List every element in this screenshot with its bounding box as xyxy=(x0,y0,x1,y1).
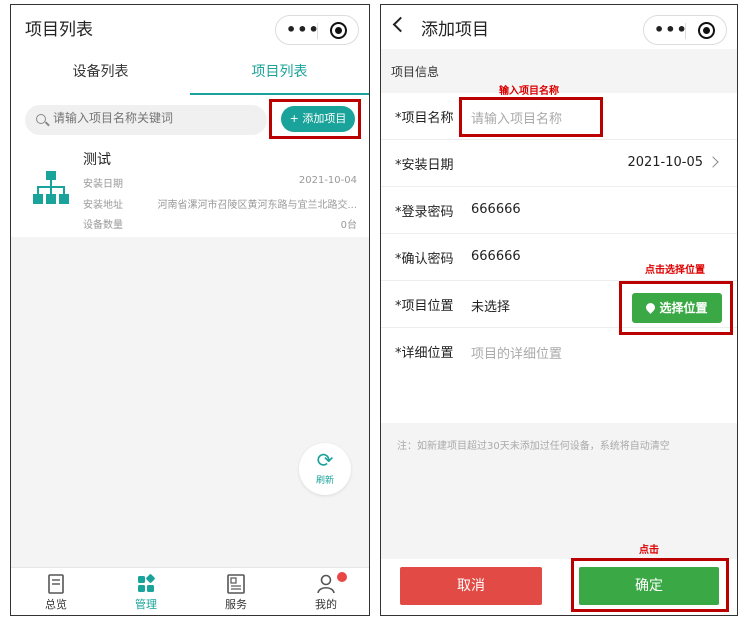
tabbar-item-manage[interactable]: 管理 xyxy=(101,568,191,615)
document-icon xyxy=(48,574,64,594)
annotation-confirm-hint: 点击 xyxy=(639,545,659,556)
org-chart-icon xyxy=(33,171,69,204)
tabbar-item-service[interactable]: 服务 xyxy=(191,568,281,615)
refresh-label: 刷新 xyxy=(315,476,334,486)
highlight-box xyxy=(571,558,729,612)
field-label: *安装日期 xyxy=(395,158,454,173)
more-icon[interactable]: ••• xyxy=(286,20,320,39)
install-address-label: 安装地址 xyxy=(83,200,123,211)
tabbar-label: 总览 xyxy=(45,598,67,611)
navbar: 添加项目 ••• xyxy=(381,5,737,49)
navbar: 项目列表 ••• xyxy=(11,5,369,49)
page-title: 添加项目 xyxy=(421,20,489,40)
tabbar-label: 我的 xyxy=(315,598,337,611)
tabbar-item-overview[interactable]: 总览 xyxy=(11,568,101,615)
capsule-divider xyxy=(317,23,318,39)
list-item[interactable]: 测试 安装日期 2021-10-04 安装地址 河南省漯河市召陵区黄河东路与宜兰… xyxy=(11,141,369,237)
search-row: + 添加项目 xyxy=(11,95,369,141)
close-program-icon[interactable] xyxy=(698,22,715,39)
field-label: *详细位置 xyxy=(395,346,454,361)
capsule-divider xyxy=(685,23,686,39)
grid-icon xyxy=(138,574,155,592)
mini-program-capsule: ••• xyxy=(275,15,359,45)
bottom-tab-bar: 总览 管理 服务 我的 xyxy=(11,567,369,615)
page-title: 项目列表 xyxy=(25,20,93,40)
login-password-input[interactable]: 666666 xyxy=(471,202,521,217)
field-detail-location[interactable]: *详细位置 项目的详细位置 xyxy=(381,328,737,375)
field-label: *项目名称 xyxy=(395,111,454,126)
install-date-value: 2021-10-04 xyxy=(298,175,357,186)
install-address-value: 河南省漯河市召陵区黄河东路与宜兰北路交... xyxy=(157,200,357,211)
refresh-button[interactable]: ⟳ 刷新 xyxy=(299,443,351,495)
service-icon xyxy=(227,574,245,594)
project-name: 测试 xyxy=(83,152,111,168)
tab-bar-top: 设备列表 项目列表 xyxy=(11,49,369,95)
project-list-screen: 项目列表 ••• 设备列表 项目列表 + 添加项目 xyxy=(10,4,370,616)
chevron-right-icon xyxy=(707,156,719,168)
tab-device-list[interactable]: 设备列表 xyxy=(11,49,190,95)
highlight-box xyxy=(619,281,733,335)
highlight-box xyxy=(269,99,361,139)
tab-project-list[interactable]: 项目列表 xyxy=(190,49,369,95)
auto-clear-note: 注：如新建项目超过30天未添加过任何设备，系统将自动清空 xyxy=(397,441,670,452)
search-input[interactable] xyxy=(53,111,253,125)
section-title: 项目信息 xyxy=(381,49,737,93)
detail-location-input[interactable]: 项目的详细位置 xyxy=(471,343,562,362)
annotation-location-hint: 点击选择位置 xyxy=(645,265,705,276)
user-icon xyxy=(317,574,335,594)
field-install-date[interactable]: *安装日期 2021-10-05 xyxy=(381,140,737,187)
cancel-button[interactable]: 取消 xyxy=(400,567,542,605)
field-label: *登录密码 xyxy=(395,205,454,220)
device-count-value: 0台 xyxy=(340,220,357,231)
field-label: *确认密码 xyxy=(395,252,454,267)
more-icon[interactable]: ••• xyxy=(654,20,688,39)
notification-dot xyxy=(337,572,347,582)
project-form: *项目名称 请输入项目名称 *安装日期 2021-10-05 *登录密码 666… xyxy=(381,93,737,423)
annotation-name-hint: 输入项目名称 xyxy=(499,86,559,97)
search-box[interactable] xyxy=(25,105,267,135)
location-value: 未选择 xyxy=(471,300,511,315)
add-project-screen: 添加项目 ••• 项目信息 *项目名称 请输入项目名称 *安装日期 2021-1… xyxy=(380,4,738,616)
field-login-password[interactable]: *登录密码 666666 xyxy=(381,187,737,234)
field-label: *项目位置 xyxy=(395,299,454,314)
highlight-box xyxy=(459,97,603,137)
device-count-label: 设备数量 xyxy=(83,220,123,231)
tabbar-item-mine[interactable]: 我的 xyxy=(281,568,369,615)
confirm-password-input[interactable]: 666666 xyxy=(471,249,521,264)
install-date-value[interactable]: 2021-10-05 xyxy=(627,155,703,170)
install-date-label: 安装日期 xyxy=(83,179,123,190)
tabbar-label: 服务 xyxy=(225,598,247,611)
mini-program-capsule: ••• xyxy=(643,15,727,45)
close-program-icon[interactable] xyxy=(330,22,347,39)
back-icon[interactable] xyxy=(392,16,409,33)
search-icon xyxy=(36,114,46,124)
refresh-icon: ⟳ xyxy=(316,448,334,472)
tabbar-label: 管理 xyxy=(135,598,157,611)
